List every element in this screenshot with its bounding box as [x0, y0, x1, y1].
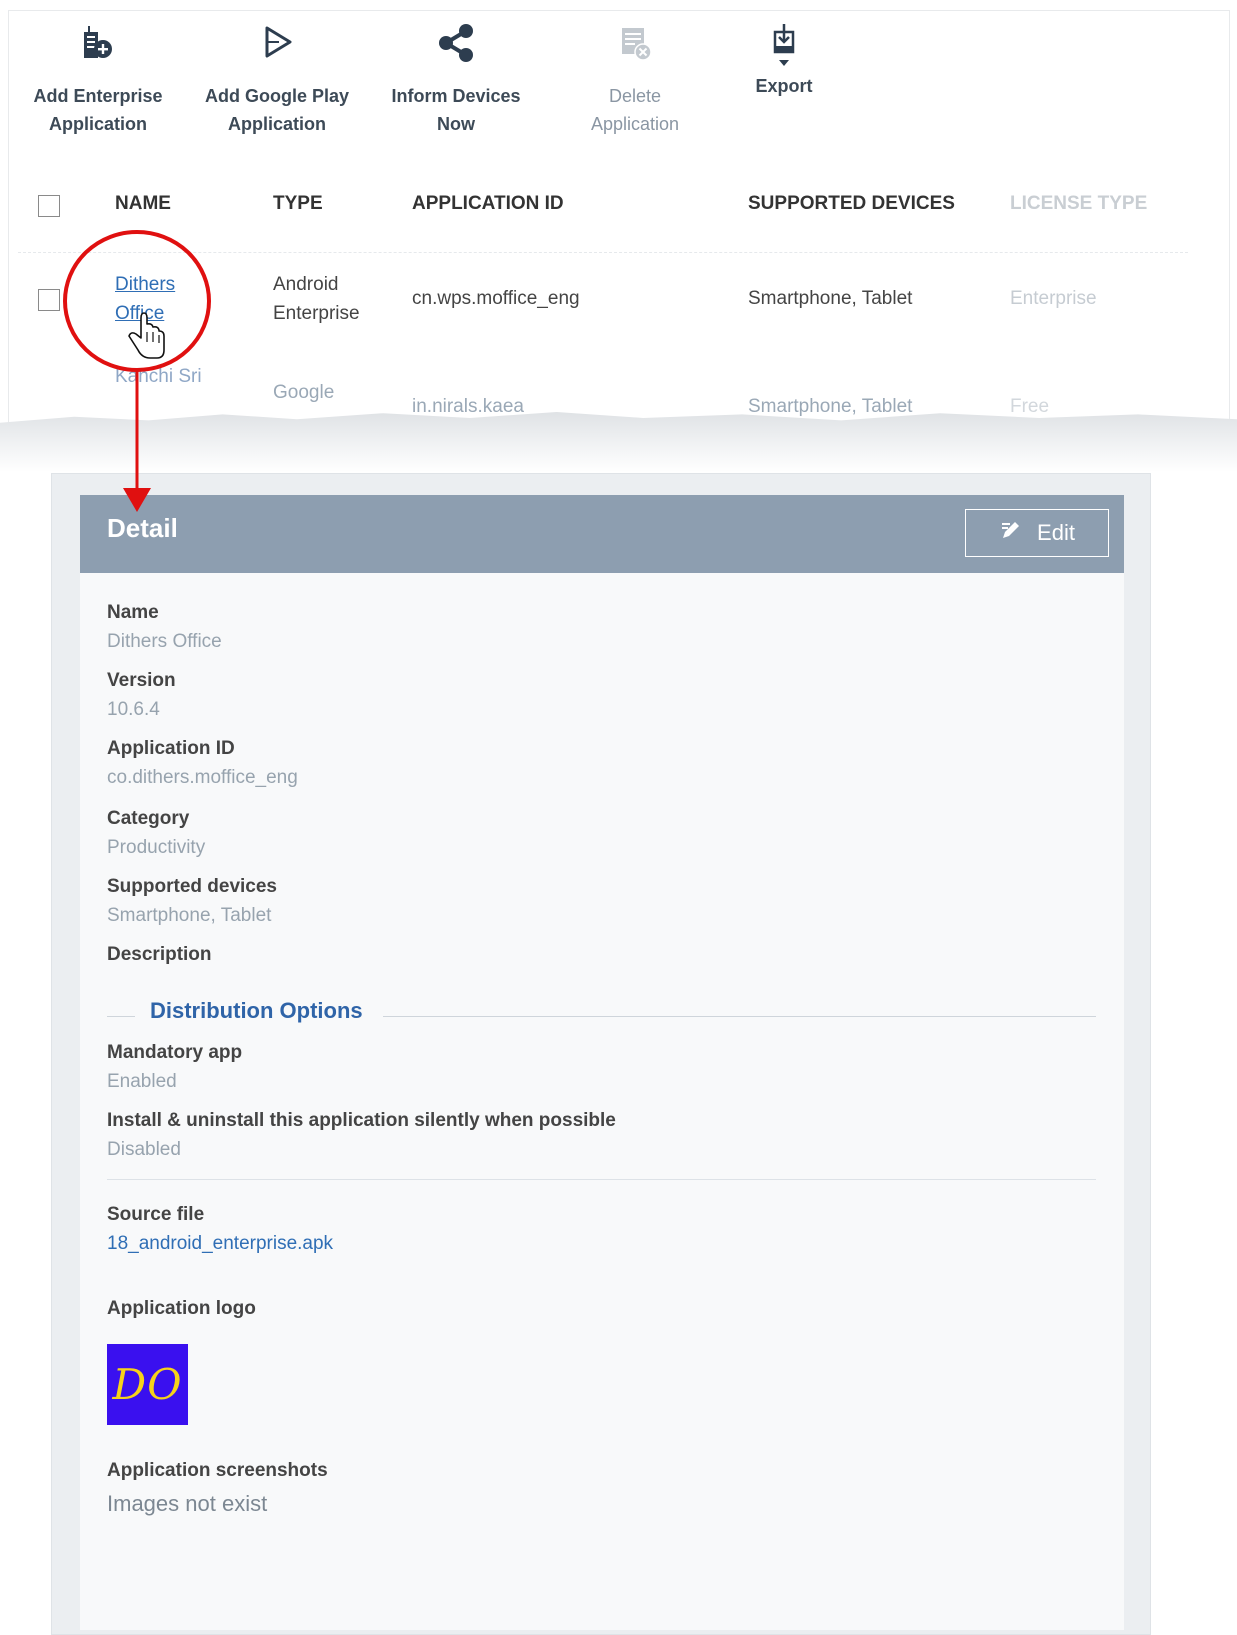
app-name-link[interactable]: Kanchi Sri: [115, 366, 202, 388]
field-value-application-id: co.dithers.moffice_eng: [107, 767, 298, 788]
export-icon: [704, 22, 864, 74]
column-header-name[interactable]: NAME: [115, 193, 171, 215]
field-value-silent-install: Disabled: [107, 1139, 181, 1160]
app-type-cell: Android Enterprise: [273, 270, 360, 328]
license-type-cell: Enterprise: [1010, 288, 1097, 309]
column-header-supported-devices[interactable]: SUPPORTED DEVICES: [748, 193, 955, 215]
inform-devices-now-label: Inform Devices Now: [391, 86, 521, 134]
application-id-cell: cn.wps.moffice_eng: [412, 288, 580, 309]
field-label-silent-install: Install & uninstall this application sil…: [107, 1110, 616, 1131]
distribution-options-title: Distribution Options: [150, 998, 363, 1023]
field-label-name: Name: [107, 602, 159, 623]
add-google-play-application-label: Add Google Play Application: [204, 86, 350, 134]
field-label-supported-devices: Supported devices: [107, 876, 277, 897]
edit-button[interactable]: Edit: [965, 509, 1109, 557]
field-label-description: Description: [107, 944, 212, 965]
app-type-line2: Enterprise: [273, 303, 360, 324]
share-icon: [376, 22, 536, 74]
detail-header: Detail Edit: [80, 495, 1124, 573]
delete-application-button[interactable]: Delete Application: [555, 22, 715, 138]
delete-app-icon: [555, 22, 715, 74]
field-value-category: Productivity: [107, 837, 206, 858]
column-header-license-type[interactable]: LICENSE TYPE: [1010, 193, 1147, 215]
column-header-application-id[interactable]: APPLICATION ID: [412, 193, 564, 215]
inform-devices-now-button[interactable]: Inform Devices Now: [376, 22, 536, 138]
app-name-line1[interactable]: Dithers: [115, 274, 175, 295]
application-logo: DO: [107, 1344, 188, 1425]
field-label-mandatory-app: Mandatory app: [107, 1042, 243, 1063]
app-type-line1: Android: [273, 274, 339, 295]
field-label-source-file: Source file: [107, 1204, 205, 1225]
field-value-mandatory-app: Enabled: [107, 1071, 177, 1092]
application-id-cell: in.nirals.kaea: [412, 396, 524, 417]
app-name-line2[interactable]: Office: [115, 303, 164, 324]
field-value-version: 10.6.4: [107, 699, 160, 720]
add-enterprise-application-label: Add Enterprise Application: [33, 86, 163, 134]
edit-label: Edit: [1037, 520, 1075, 545]
license-type-cell: Free: [1010, 396, 1050, 417]
row-checkbox[interactable]: [38, 289, 60, 311]
field-label-application-screenshots: Application screenshots: [107, 1460, 328, 1481]
section-divider: [107, 1179, 1096, 1180]
add-google-play-application-button[interactable]: Add Google Play Application: [197, 22, 357, 138]
pencil-icon: [999, 518, 1023, 548]
row-divider: [18, 252, 1188, 253]
app-type-cell: Google: [273, 382, 335, 403]
field-value-name: Dithers Office: [107, 631, 222, 652]
add-enterprise-app-icon: [18, 22, 178, 74]
torn-edge: [0, 412, 1237, 472]
app-name-link[interactable]: Dithers Office: [115, 270, 175, 328]
column-header-type[interactable]: TYPE: [273, 193, 323, 215]
application-logo-text: DO: [112, 1360, 183, 1409]
field-label-version: Version: [107, 670, 176, 691]
add-enterprise-application-button[interactable]: Add Enterprise Application: [18, 22, 178, 138]
delete-application-label: Delete Application: [590, 86, 680, 134]
field-label-application-logo: Application logo: [107, 1298, 256, 1319]
select-all-checkbox[interactable]: [38, 195, 60, 217]
export-label: Export: [755, 76, 813, 96]
detail-title: Detail: [107, 513, 178, 543]
section-divider: [107, 1016, 135, 1017]
field-value-supported-devices: Smartphone, Tablet: [107, 905, 272, 926]
supported-devices-cell: Smartphone, Tablet: [748, 396, 913, 417]
play-icon: [197, 22, 357, 74]
supported-devices-cell: Smartphone, Tablet: [748, 288, 913, 309]
field-label-application-id: Application ID: [107, 738, 235, 759]
source-file-link[interactable]: 18_android_enterprise.apk: [107, 1233, 333, 1255]
export-button[interactable]: Export: [704, 22, 864, 100]
section-divider: [383, 1016, 1096, 1017]
field-label-category: Category: [107, 808, 190, 829]
field-value-application-screenshots: Images not exist: [107, 1491, 268, 1516]
